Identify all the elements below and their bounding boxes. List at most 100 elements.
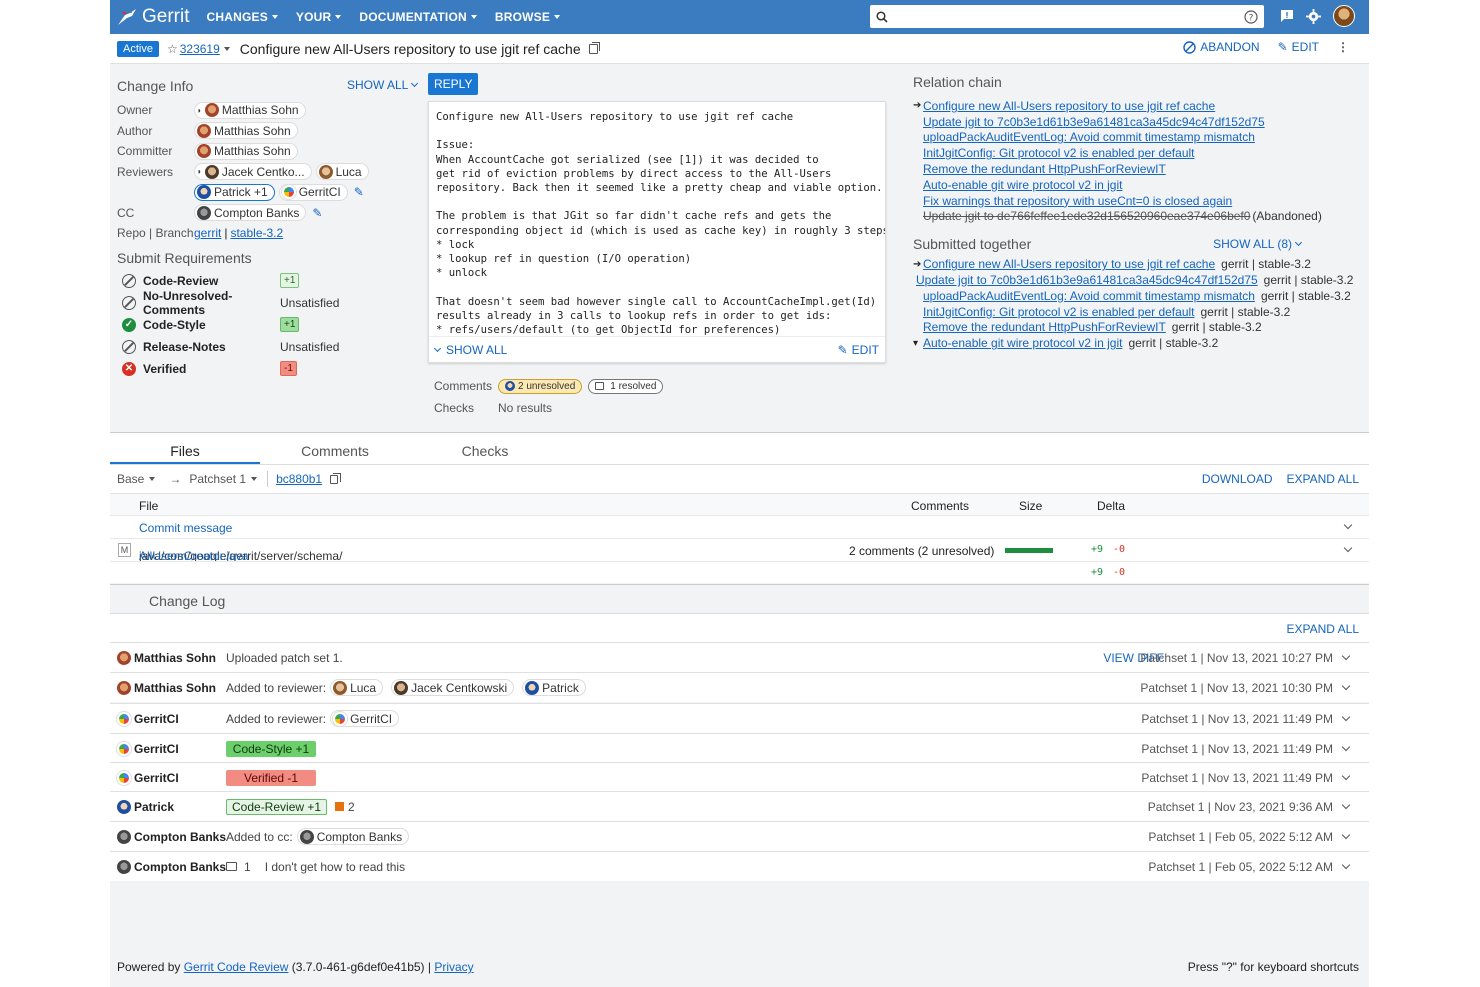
reviewer-chip[interactable]: GerritCI bbox=[278, 183, 348, 201]
reviewer-chip[interactable]: Patrick +1 bbox=[194, 183, 275, 201]
edit-cc-icon[interactable]: ✎ bbox=[312, 206, 322, 220]
star-icon[interactable]: ☆ bbox=[167, 42, 178, 56]
chevron-down-icon[interactable] bbox=[1341, 800, 1351, 810]
submitted-link[interactable]: uploadPackAuditEventLog: Avoid commit ti… bbox=[923, 289, 1255, 303]
edit-button[interactable]: ✎ EDIT bbox=[1278, 40, 1319, 54]
chevron-down-icon[interactable] bbox=[1341, 830, 1351, 840]
relation-link[interactable]: Remove the redundant HttpPushForReviewIT bbox=[923, 162, 1166, 176]
gear-icon[interactable] bbox=[1306, 8, 1321, 24]
log-author[interactable]: GerritCI bbox=[117, 770, 179, 785]
commit-show-all[interactable]: SHOW ALL bbox=[433, 343, 507, 357]
help-icon[interactable]: ? bbox=[1244, 9, 1258, 24]
caret-down-icon[interactable]: ▾ bbox=[913, 338, 920, 349]
branch-link[interactable]: stable-3.2 bbox=[230, 226, 283, 240]
edit-reviewers-icon[interactable]: ✎ bbox=[354, 185, 364, 199]
commit-link[interactable]: bc880b1 bbox=[276, 472, 322, 486]
patchset-select[interactable]: Patchset 1 bbox=[189, 472, 258, 486]
commit-message-link[interactable]: Commit message bbox=[139, 521, 232, 535]
search-input[interactable] bbox=[894, 9, 1244, 24]
change-number-link[interactable]: 323619 bbox=[180, 42, 220, 56]
attention-icon[interactable]: ◗ bbox=[197, 167, 202, 176]
submitted-show-all[interactable]: SHOW ALL (8) bbox=[1213, 237, 1303, 251]
submitted-link[interactable]: InitJgitConfig: Git protocol v2 is enabl… bbox=[923, 305, 1195, 319]
reviewer-chip[interactable]: Luca bbox=[315, 163, 369, 181]
relation-link[interactable]: Auto-enable git wire protocol v2 in jgit bbox=[923, 178, 1122, 192]
nav-documentation[interactable]: DOCUMENTATION bbox=[359, 10, 477, 24]
reply-button[interactable]: REPLY bbox=[428, 73, 479, 95]
relation-link[interactable]: Update jgit to 7c0b3e1d61b3e9a61481ca3a4… bbox=[923, 115, 1265, 129]
gerrit-code-review-link[interactable]: Gerrit Code Review bbox=[184, 960, 289, 974]
tab-comments[interactable]: Comments bbox=[260, 433, 410, 464]
relation-link[interactable]: uploadPackAuditEventLog: Avoid commit ti… bbox=[923, 130, 1255, 144]
log-author[interactable]: Patrick bbox=[117, 799, 174, 814]
cc-chip[interactable]: Compton Banks bbox=[194, 204, 307, 222]
change-info-show-all[interactable]: SHOW ALL bbox=[347, 78, 419, 92]
submitted-link[interactable]: Auto-enable git wire protocol v2 in jgit bbox=[923, 336, 1122, 350]
chevron-down-icon[interactable] bbox=[1341, 712, 1351, 722]
file-row[interactable]: M java/com/google/gerrit/server/schema/A… bbox=[110, 538, 1369, 563]
abandon-button[interactable]: ABANDON bbox=[1183, 40, 1260, 54]
change-log-row[interactable]: GerritCI Added to reviewer: GerritCI Patchs… bbox=[110, 703, 1369, 733]
change-log-row[interactable]: GerritCI Code-Style +1 Patchset 1 | Nov 13… bbox=[110, 733, 1369, 763]
chevron-down-icon[interactable] bbox=[1341, 681, 1351, 691]
log-author[interactable]: GerritCI bbox=[117, 711, 179, 726]
unresolved-pill[interactable]: 2 unresolved bbox=[498, 378, 583, 394]
caret-down-icon[interactable] bbox=[223, 46, 230, 51]
nav-your[interactable]: YOUR bbox=[296, 10, 342, 24]
chevron-down-icon[interactable] bbox=[1341, 651, 1351, 661]
change-log-row[interactable]: Patrick Code-Review +1 2 Patchset 1 | Nov 2… bbox=[110, 791, 1369, 821]
owner-chip[interactable]: ◗ Matthias Sohn bbox=[194, 101, 306, 119]
submitted-link[interactable]: Update jgit to 7c0b3e1d61b3e9a61481ca3a4… bbox=[916, 273, 1258, 287]
change-log-row[interactable]: Compton Banks Added to cc: Compton Banks Pa… bbox=[110, 821, 1369, 851]
log-author[interactable]: GerritCI bbox=[117, 741, 179, 756]
submitted-link[interactable]: Configure new All-Users repository to us… bbox=[923, 257, 1215, 271]
commit-edit-button[interactable]: ✎ EDIT bbox=[838, 343, 879, 357]
account-chip[interactable]: Jacek Centkowski bbox=[391, 679, 515, 696]
download-button[interactable]: DOWNLOAD bbox=[1202, 472, 1273, 486]
relation-link[interactable]: Configure new All-Users repository to us… bbox=[923, 99, 1215, 113]
reviewer-chip[interactable]: ◗ Jacek Centko... bbox=[194, 163, 312, 181]
account-chip[interactable]: Patrick bbox=[522, 679, 586, 696]
attention-icon[interactable]: ◗ bbox=[197, 106, 202, 115]
chevron-down-icon[interactable] bbox=[1343, 520, 1353, 530]
feedback-icon[interactable] bbox=[1280, 9, 1294, 23]
log-author[interactable]: Compton Banks bbox=[117, 829, 226, 844]
expand-all-files-button[interactable]: EXPAND ALL bbox=[1287, 472, 1359, 486]
committer-chip[interactable]: Matthias Sohn bbox=[194, 142, 298, 160]
expand-all-log-button[interactable]: EXPAND ALL bbox=[1287, 622, 1359, 636]
log-author[interactable]: Compton Banks bbox=[117, 859, 226, 874]
account-chip[interactable]: Luca bbox=[330, 679, 384, 696]
chevron-down-icon[interactable] bbox=[1341, 771, 1351, 781]
base-select[interactable]: Base bbox=[117, 472, 156, 486]
relation-link[interactable]: Update jgit to de766feffee1ede32d1565209… bbox=[923, 209, 1250, 223]
change-log-row[interactable]: Matthias Sohn Added to reviewer: Luca Jacek… bbox=[110, 672, 1369, 702]
log-author[interactable]: Matthias Sohn bbox=[117, 680, 216, 695]
relation-link[interactable]: Fix warnings that repository with useCnt… bbox=[923, 194, 1232, 208]
account-chip[interactable]: GerritCI bbox=[330, 710, 400, 727]
change-log-row[interactable]: GerritCI Verified -1 Patchset 1 | Nov 13, … bbox=[110, 762, 1369, 792]
more-vert-icon[interactable]: ⋮ bbox=[1337, 40, 1349, 54]
repo-link[interactable]: gerrit bbox=[194, 226, 221, 240]
tab-checks[interactable]: Checks bbox=[410, 433, 560, 464]
commit-message-row[interactable]: Commit message bbox=[110, 515, 1369, 538]
account-chip[interactable]: Compton Banks bbox=[296, 828, 410, 845]
author-chip[interactable]: Matthias Sohn bbox=[194, 122, 298, 140]
copy-icon[interactable] bbox=[588, 41, 600, 54]
search-box[interactable]: ? bbox=[870, 5, 1264, 28]
chevron-down-icon[interactable] bbox=[1343, 543, 1353, 553]
log-author[interactable]: Matthias Sohn bbox=[117, 650, 216, 665]
change-log-row[interactable]: Compton Banks 1 I don't get how to read th… bbox=[110, 851, 1369, 881]
submitted-link[interactable]: Remove the redundant HttpPushForReviewIT bbox=[923, 320, 1166, 334]
nav-browse[interactable]: BROWSE bbox=[495, 10, 561, 24]
change-log-row[interactable]: Matthias Sohn Uploaded patch set 1. VIEW D… bbox=[110, 642, 1369, 672]
chevron-down-icon[interactable] bbox=[1341, 742, 1351, 752]
gerrit-logo[interactable]: Gerrit bbox=[116, 6, 190, 28]
user-avatar[interactable] bbox=[1333, 5, 1355, 27]
tab-files[interactable]: Files bbox=[110, 433, 260, 464]
resolved-pill[interactable]: 1 resolved bbox=[588, 378, 664, 394]
chevron-down-icon[interactable] bbox=[1341, 860, 1351, 870]
relation-link[interactable]: InitJgitConfig: Git protocol v2 is enabl… bbox=[923, 146, 1195, 160]
nav-changes[interactable]: CHANGES bbox=[207, 10, 278, 24]
copy-icon[interactable] bbox=[330, 472, 342, 484]
privacy-link[interactable]: Privacy bbox=[434, 960, 473, 974]
